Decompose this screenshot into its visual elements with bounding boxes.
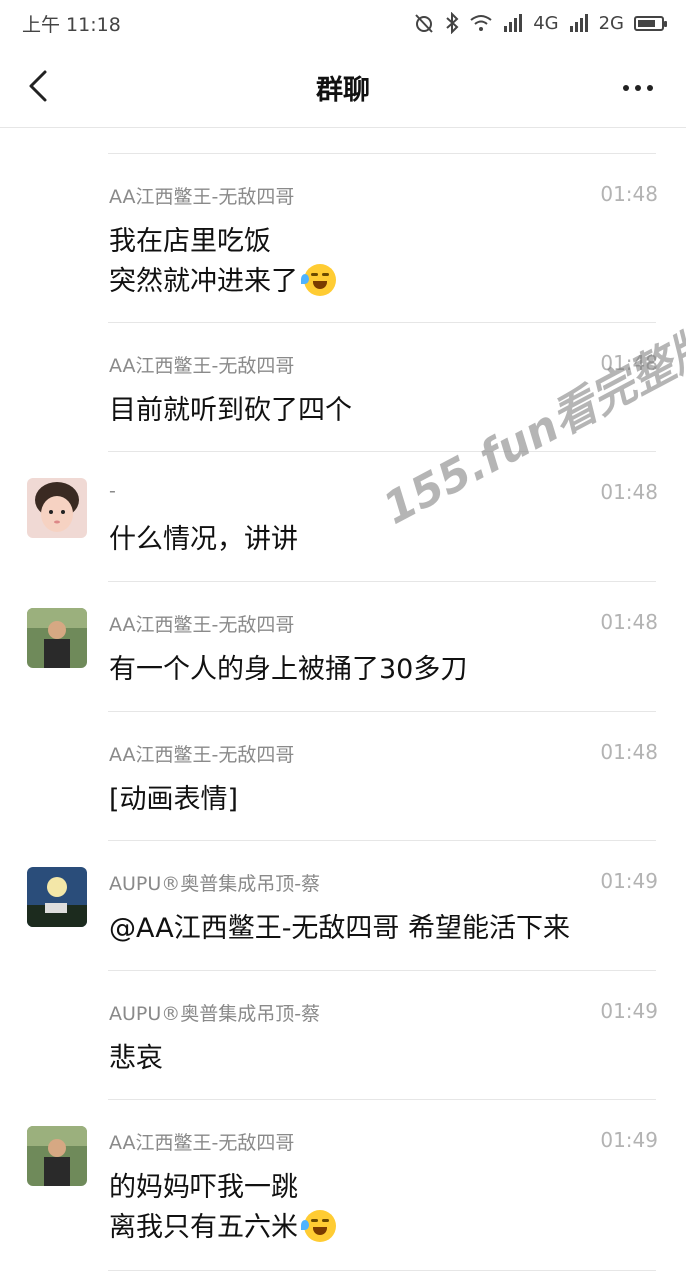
message-time: 01:48 (600, 740, 658, 764)
message-line: 我在店里吃饭 (109, 226, 271, 257)
message-item[interactable]: AUPU®奥普集成吊顶-蔡 01:49 @AA江西鳖王-无敌四哥 希望能活下来 (0, 841, 686, 971)
message-line: [动画表情] (109, 784, 239, 815)
message-time: 01:48 (600, 182, 658, 206)
signal-icon (504, 14, 523, 32)
message-line: 悲哀 (109, 1043, 163, 1074)
message-text: 悲哀 (109, 1039, 163, 1079)
avatar[interactable] (27, 1126, 87, 1186)
moon-avatar-icon (27, 867, 87, 927)
sender-name: AA江西鳖王-无敌四哥 (109, 614, 295, 636)
wifi-icon (470, 15, 492, 31)
message-time: 01:48 (600, 351, 658, 375)
sender-name: AA江西鳖王-无敌四哥 (109, 1132, 295, 1154)
message-text: 目前就听到砍了四个 (109, 391, 352, 431)
message-text: 有一个人的身上被捅了30多刀 (109, 650, 467, 690)
message-text: 什么情况，讲讲 (109, 520, 298, 560)
more-dot-icon (635, 85, 641, 91)
message-text: [动画表情] (109, 780, 238, 820)
message-list[interactable]: AA江西鳖王-无敌四哥 01:48 我在店里吃饭 突然就冲进来了 AA江西鳖王-… (0, 128, 686, 1280)
sender-name: AA江西鳖王-无敌四哥 (109, 355, 295, 377)
message-text: @AA江西鳖王-无敌四哥 希望能活下来 (109, 909, 570, 949)
network-type-1: 4G (533, 12, 559, 34)
message-time: 01:49 (600, 999, 658, 1023)
message-line: 的妈妈吓我一跳 (109, 1172, 298, 1203)
avatar[interactable] (27, 867, 87, 927)
status-icons: 4G 2G (413, 12, 667, 34)
child-avatar-icon (27, 478, 87, 538)
message-time: 01:48 (600, 610, 658, 634)
divider (108, 1270, 656, 1271)
cry-laugh-emoji-icon (301, 264, 336, 296)
message-item[interactable]: AA江西鳖王-无敌四哥 01:48 有一个人的身上被捅了30多刀 (0, 582, 686, 712)
more-dot-icon (647, 85, 653, 91)
more-dot-icon (623, 85, 629, 91)
alarm-off-icon (415, 14, 433, 33)
message-line: 目前就听到砍了四个 (109, 395, 352, 426)
network-type-2: 2G (598, 12, 624, 34)
status-bar: 上午 11:18 4G 2G (0, 0, 686, 46)
nav-bar: 群聊 (0, 46, 686, 128)
message-line: 离我只有五六米 (109, 1212, 298, 1243)
message-item[interactable]: AA江西鳖王-无敌四哥 01:48 目前就听到砍了四个 (0, 323, 686, 452)
cry-laugh-emoji-icon (301, 1210, 336, 1242)
message-line: 突然就冲进来了 (109, 266, 298, 297)
sender-name: AUPU®奥普集成吊顶-蔡 (109, 1003, 321, 1025)
message-time: 01:49 (600, 1128, 658, 1152)
message-item[interactable]: - 01:48 什么情况，讲讲 (0, 452, 686, 582)
sender-name: AA江西鳖王-无敌四哥 (109, 186, 295, 208)
man-avatar-icon (27, 608, 87, 668)
message-text: 我在店里吃饭 突然就冲进来了 (109, 222, 336, 302)
status-time: 上午 11:18 (22, 13, 121, 36)
signal-icon (569, 14, 588, 32)
message-time: 01:49 (600, 869, 658, 893)
message-line: 有一个人的身上被捅了30多刀 (109, 654, 468, 685)
battery-icon (634, 15, 667, 31)
more-options-button[interactable] (616, 70, 660, 106)
message-item[interactable]: AUPU®奥普集成吊顶-蔡 01:49 悲哀 (0, 971, 686, 1100)
message-item[interactable]: AA江西鳖王-无敌四哥 01:48 [动画表情] (0, 712, 686, 841)
sender-name: AA江西鳖王-无敌四哥 (109, 744, 295, 766)
message-text: 的妈妈吓我一跳 离我只有五六米 (109, 1168, 336, 1248)
message-line: @AA江西鳖王-无敌四哥 希望能活下来 (109, 913, 571, 944)
sender-name: AUPU®奥普集成吊顶-蔡 (109, 873, 321, 895)
message-time: 01:48 (600, 480, 658, 504)
message-line: 什么情况，讲讲 (109, 524, 298, 555)
page-title: 群聊 (316, 75, 370, 106)
bluetooth-icon (446, 12, 459, 34)
message-item[interactable]: AA江西鳖王-无敌四哥 01:48 我在店里吃饭 突然就冲进来了 (0, 154, 686, 323)
message-item[interactable]: AA江西鳖王-无敌四哥 01:49 的妈妈吓我一跳 离我只有五六米 (0, 1100, 686, 1271)
battery-level (638, 19, 655, 27)
avatar[interactable] (27, 608, 87, 668)
avatar[interactable] (27, 478, 87, 538)
man-avatar-icon (27, 1126, 87, 1186)
sender-name: - (109, 480, 116, 502)
